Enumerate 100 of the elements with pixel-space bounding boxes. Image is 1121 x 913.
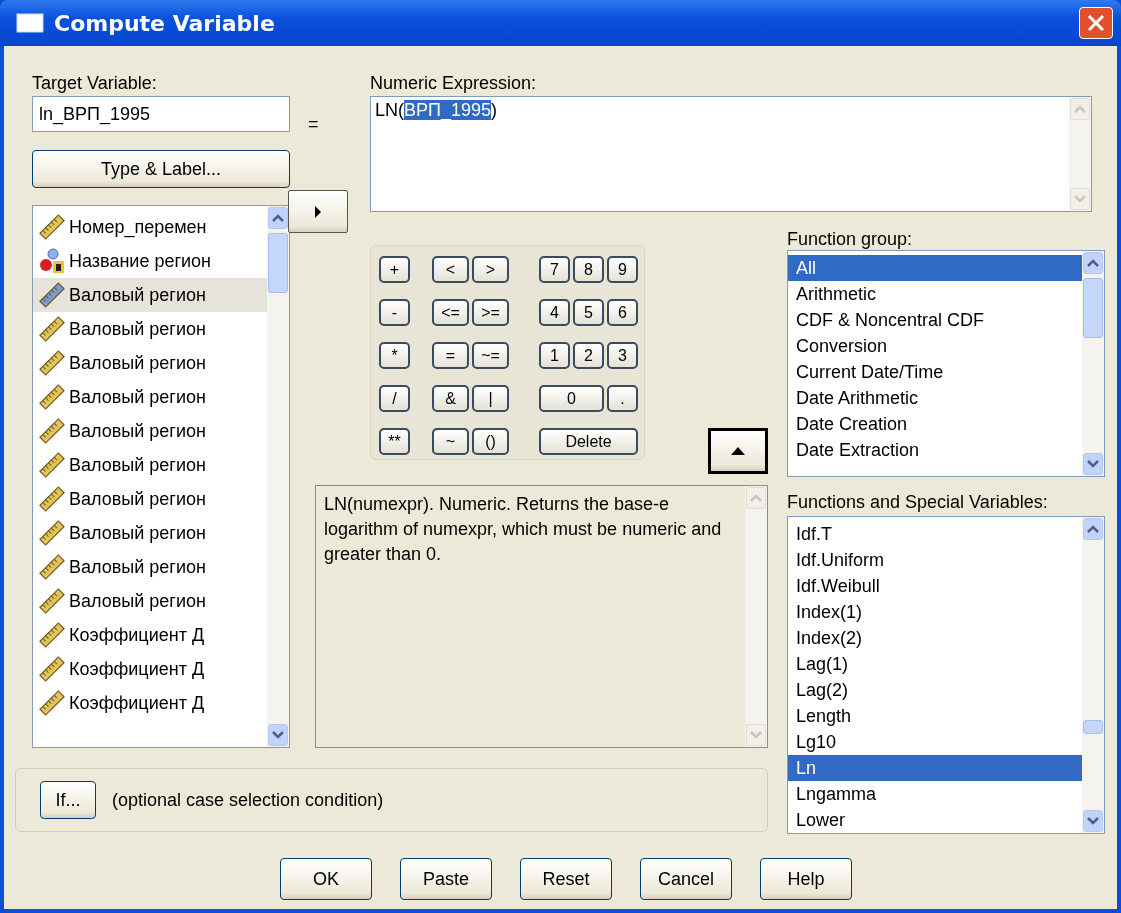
keypad-key[interactable]: - bbox=[379, 299, 410, 326]
scroll-up-button[interactable] bbox=[268, 207, 288, 229]
keypad-key[interactable]: 9 bbox=[607, 256, 638, 283]
keypad-key[interactable]: ~ bbox=[432, 428, 469, 455]
chevron-up-icon bbox=[1087, 525, 1099, 533]
variable-item[interactable]: Валовый регион bbox=[33, 346, 267, 380]
keypad-key[interactable]: / bbox=[379, 385, 410, 412]
keypad-key[interactable]: & bbox=[432, 385, 469, 412]
case-condition-text: (optional case selection condition) bbox=[112, 789, 384, 811]
function-item[interactable]: Index(1) bbox=[788, 599, 1082, 625]
variable-item[interactable]: Валовый регион bbox=[33, 584, 267, 618]
keypad-key[interactable]: 7 bbox=[539, 256, 570, 283]
variable-item[interactable]: Название регион bbox=[33, 244, 267, 278]
variable-item[interactable]: Коэффициент Д bbox=[33, 618, 267, 652]
chevron-down-icon bbox=[750, 731, 762, 739]
chevron-up-icon bbox=[1087, 259, 1099, 267]
keypad-key[interactable]: 6 bbox=[607, 299, 638, 326]
function-item[interactable]: Length bbox=[788, 703, 1082, 729]
chevron-down-icon bbox=[1074, 195, 1086, 203]
variable-item[interactable]: Коэффициент Д bbox=[33, 686, 267, 720]
scroll-down-button[interactable] bbox=[1083, 453, 1103, 475]
function-item[interactable]: Idf.Weibull bbox=[788, 573, 1082, 599]
scrollbar[interactable] bbox=[1082, 251, 1104, 476]
keypad-key[interactable]: ~= bbox=[472, 342, 509, 369]
keypad-key[interactable]: 1 bbox=[539, 342, 570, 369]
function-group-item[interactable]: Current Date/Time bbox=[788, 359, 1082, 385]
function-group-item[interactable]: Date Creation bbox=[788, 411, 1082, 437]
keypad-key[interactable]: Delete bbox=[539, 428, 638, 455]
function-group-item[interactable]: Conversion bbox=[788, 333, 1082, 359]
close-button[interactable] bbox=[1079, 7, 1113, 39]
scroll-up-button[interactable] bbox=[1083, 518, 1103, 540]
type-label-button[interactable]: Type & Label... bbox=[32, 150, 290, 188]
chevron-up-icon bbox=[750, 494, 762, 502]
variable-item[interactable]: Валовый регион bbox=[33, 312, 267, 346]
variable-item[interactable]: Коэффициент Д bbox=[33, 652, 267, 686]
close-icon bbox=[1087, 14, 1105, 32]
scroll-down-button[interactable] bbox=[268, 724, 288, 746]
scrollbar[interactable] bbox=[267, 206, 289, 747]
function-group-item[interactable]: Arithmetic bbox=[788, 281, 1082, 307]
keypad-key[interactable]: <= bbox=[432, 299, 469, 326]
keypad-key[interactable]: 8 bbox=[573, 256, 604, 283]
keypad-key[interactable]: 3 bbox=[607, 342, 638, 369]
variable-item[interactable]: Валовый регион bbox=[33, 550, 267, 584]
dialog-button[interactable]: Reset bbox=[520, 858, 612, 900]
scroll-thumb[interactable] bbox=[268, 233, 288, 293]
if-button[interactable]: If... bbox=[40, 781, 96, 819]
keypad-key[interactable]: = bbox=[432, 342, 469, 369]
collapse-button[interactable] bbox=[708, 428, 768, 474]
chevron-up-icon bbox=[272, 214, 284, 222]
move-variable-button[interactable] bbox=[288, 190, 348, 233]
chevron-down-icon bbox=[1087, 817, 1099, 825]
keypad-key[interactable]: * bbox=[379, 342, 410, 369]
variable-item[interactable]: Валовый регион bbox=[33, 278, 267, 312]
keypad-key[interactable]: >= bbox=[472, 299, 509, 326]
function-group-label: Function group: bbox=[787, 228, 914, 250]
scroll-up-button[interactable] bbox=[1083, 252, 1103, 274]
keypad-key[interactable]: | bbox=[472, 385, 509, 412]
scroll-thumb[interactable] bbox=[1083, 278, 1103, 338]
variable-item[interactable]: Валовый регион bbox=[33, 448, 267, 482]
scrollbar[interactable] bbox=[1082, 517, 1104, 833]
variable-item[interactable]: Валовый регион bbox=[33, 516, 267, 550]
function-group-item[interactable]: All bbox=[788, 255, 1082, 281]
nominal-variable-icon bbox=[39, 248, 65, 274]
functions-label: Functions and Special Variables: bbox=[787, 491, 1049, 513]
variable-item[interactable]: Валовый регион bbox=[33, 380, 267, 414]
function-item[interactable]: Lngamma bbox=[788, 781, 1082, 807]
scroll-down-button[interactable] bbox=[1083, 810, 1103, 832]
function-item[interactable]: Idf.Uniform bbox=[788, 547, 1082, 573]
keypad-key[interactable]: 2 bbox=[573, 342, 604, 369]
dialog-button[interactable]: OK bbox=[280, 858, 372, 900]
dialog-button[interactable]: Cancel bbox=[640, 858, 732, 900]
scroll-thumb[interactable] bbox=[1083, 720, 1103, 734]
keypad-key[interactable]: () bbox=[472, 428, 509, 455]
function-group-item[interactable]: Date Arithmetic bbox=[788, 385, 1082, 411]
window-icon bbox=[16, 13, 44, 33]
function-item[interactable]: Lg10 bbox=[788, 729, 1082, 755]
function-item[interactable]: Lower bbox=[788, 807, 1082, 833]
function-item[interactable]: Idf.T bbox=[788, 521, 1082, 547]
chevron-down-icon bbox=[272, 731, 284, 739]
keypad-key[interactable]: 4 bbox=[539, 299, 570, 326]
target-variable-field[interactable]: ln_ВРП_1995 bbox=[32, 96, 290, 132]
keypad-key[interactable]: < bbox=[432, 256, 469, 283]
function-item[interactable]: Lag(1) bbox=[788, 651, 1082, 677]
variable-item[interactable]: Валовый регион bbox=[33, 482, 267, 516]
keypad-key[interactable]: . bbox=[607, 385, 638, 412]
variable-item[interactable]: Номер_перемен bbox=[33, 210, 267, 244]
function-group-item[interactable]: Date Extraction bbox=[788, 437, 1082, 463]
keypad-key[interactable]: 5 bbox=[573, 299, 604, 326]
function-group-item[interactable]: CDF & Noncentral CDF bbox=[788, 307, 1082, 333]
function-item[interactable]: Lag(2) bbox=[788, 677, 1082, 703]
equals-sign: = bbox=[308, 114, 320, 135]
variable-item[interactable]: Валовый регион bbox=[33, 414, 267, 448]
keypad-key[interactable]: ** bbox=[379, 428, 410, 455]
dialog-button[interactable]: Paste bbox=[400, 858, 492, 900]
keypad-key[interactable]: 0 bbox=[539, 385, 604, 412]
dialog-button[interactable]: Help bbox=[760, 858, 852, 900]
keypad-key[interactable]: + bbox=[379, 256, 410, 283]
keypad-key[interactable]: > bbox=[472, 256, 509, 283]
function-item[interactable]: Index(2) bbox=[788, 625, 1082, 651]
function-item[interactable]: Ln bbox=[788, 755, 1082, 781]
